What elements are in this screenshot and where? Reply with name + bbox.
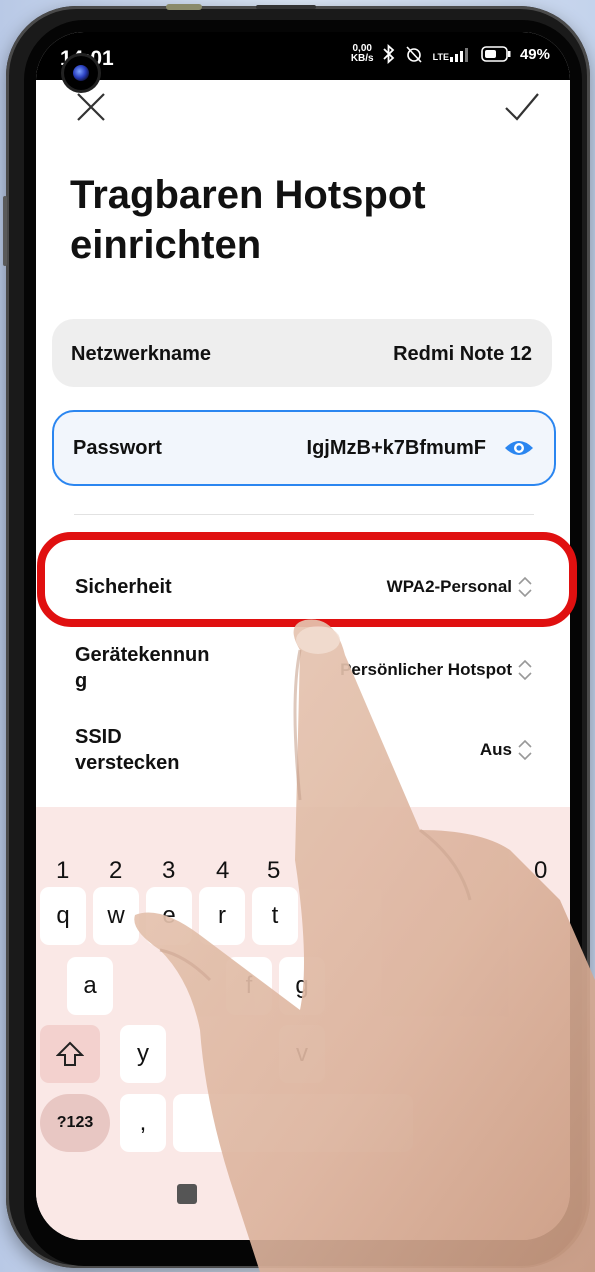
setting-device-id[interactable]: Gerätekennun g Persönlicher Hotspot: [36, 640, 570, 704]
battery-percent: 49%: [519, 45, 550, 63]
hide-ssid-value: Aus: [479, 740, 512, 759]
keyboard: 1 2 3 4 5 0 q w e r t a f g y v ?123 ,: [36, 807, 570, 1240]
password-label: Passwort: [73, 437, 162, 459]
password-field[interactable]: Passwort IgjMzB+k7BfmumF: [52, 410, 556, 486]
nav-recents-button[interactable]: [177, 1184, 197, 1204]
front-camera: [64, 56, 98, 90]
section-divider: [74, 514, 534, 515]
status-bar: 14:01 0,00 KB/s LTE 49%: [36, 32, 570, 80]
network-name-value: Redmi Note 12: [393, 343, 532, 365]
battery-icon: [481, 46, 511, 62]
speaker-grille: [256, 5, 316, 9]
key-w[interactable]: w: [93, 887, 139, 945]
device-id-value: Persönlicher Hotspot: [340, 660, 512, 679]
key-3[interactable]: 3: [162, 857, 175, 885]
shift-icon: [56, 1041, 84, 1066]
key-a[interactable]: a: [67, 957, 113, 1015]
bluetooth-icon: [382, 44, 394, 64]
status-icons: 0,00 KB/s LTE 49%: [351, 44, 550, 64]
phone-screen: 14:01 0,00 KB/s LTE 49% Tragbaren Hotspo…: [36, 32, 570, 1240]
key-g[interactable]: g: [279, 957, 325, 1015]
shift-key[interactable]: [40, 1025, 100, 1083]
key-r[interactable]: r: [199, 887, 245, 945]
setting-hide-ssid[interactable]: SSID verstecken Aus: [36, 722, 570, 786]
hide-ssid-label: SSID verstecken: [75, 726, 180, 774]
comma-key[interactable]: ,: [120, 1094, 166, 1152]
close-icon[interactable]: [74, 90, 108, 124]
key-4[interactable]: 4: [216, 857, 229, 885]
alarm-off-icon: [406, 46, 422, 63]
signal-icon: [449, 48, 468, 62]
chevron-updown-icon: [518, 659, 532, 681]
key-2[interactable]: 2: [109, 857, 122, 885]
highlight-frame: [37, 532, 577, 627]
chevron-updown-icon: [518, 739, 532, 761]
volume-button: [3, 196, 7, 266]
key-0[interactable]: 0: [534, 857, 547, 885]
key-e[interactable]: e: [146, 887, 192, 945]
space-key[interactable]: [173, 1094, 413, 1152]
key-t[interactable]: t: [252, 887, 298, 945]
net-speed-unit: KB/s: [350, 53, 374, 64]
signal-group: LTE: [433, 46, 472, 62]
eye-icon[interactable]: [504, 438, 534, 458]
net-speed: 0,00 KB/s: [351, 44, 374, 64]
key-1[interactable]: 1: [56, 857, 69, 885]
page-title: Tragbaren Hotspot einrichten: [70, 173, 426, 267]
symbols-key[interactable]: ?123: [40, 1094, 110, 1152]
password-value[interactable]: IgjMzB+k7BfmumF: [307, 437, 486, 460]
key-5[interactable]: 5: [267, 857, 280, 885]
key-v[interactable]: v: [279, 1025, 325, 1083]
key-y[interactable]: y: [120, 1025, 166, 1083]
lte-label: LTE: [432, 52, 449, 62]
top-button: [166, 4, 202, 10]
network-name-label: Netzwerkname: [71, 343, 212, 365]
key-q[interactable]: q: [40, 887, 86, 945]
device-id-label: Gerätekennun g: [75, 644, 210, 692]
network-name-field[interactable]: Netzwerkname Redmi Note 12: [52, 319, 552, 387]
key-f[interactable]: f: [226, 957, 272, 1015]
check-icon[interactable]: [502, 90, 542, 124]
